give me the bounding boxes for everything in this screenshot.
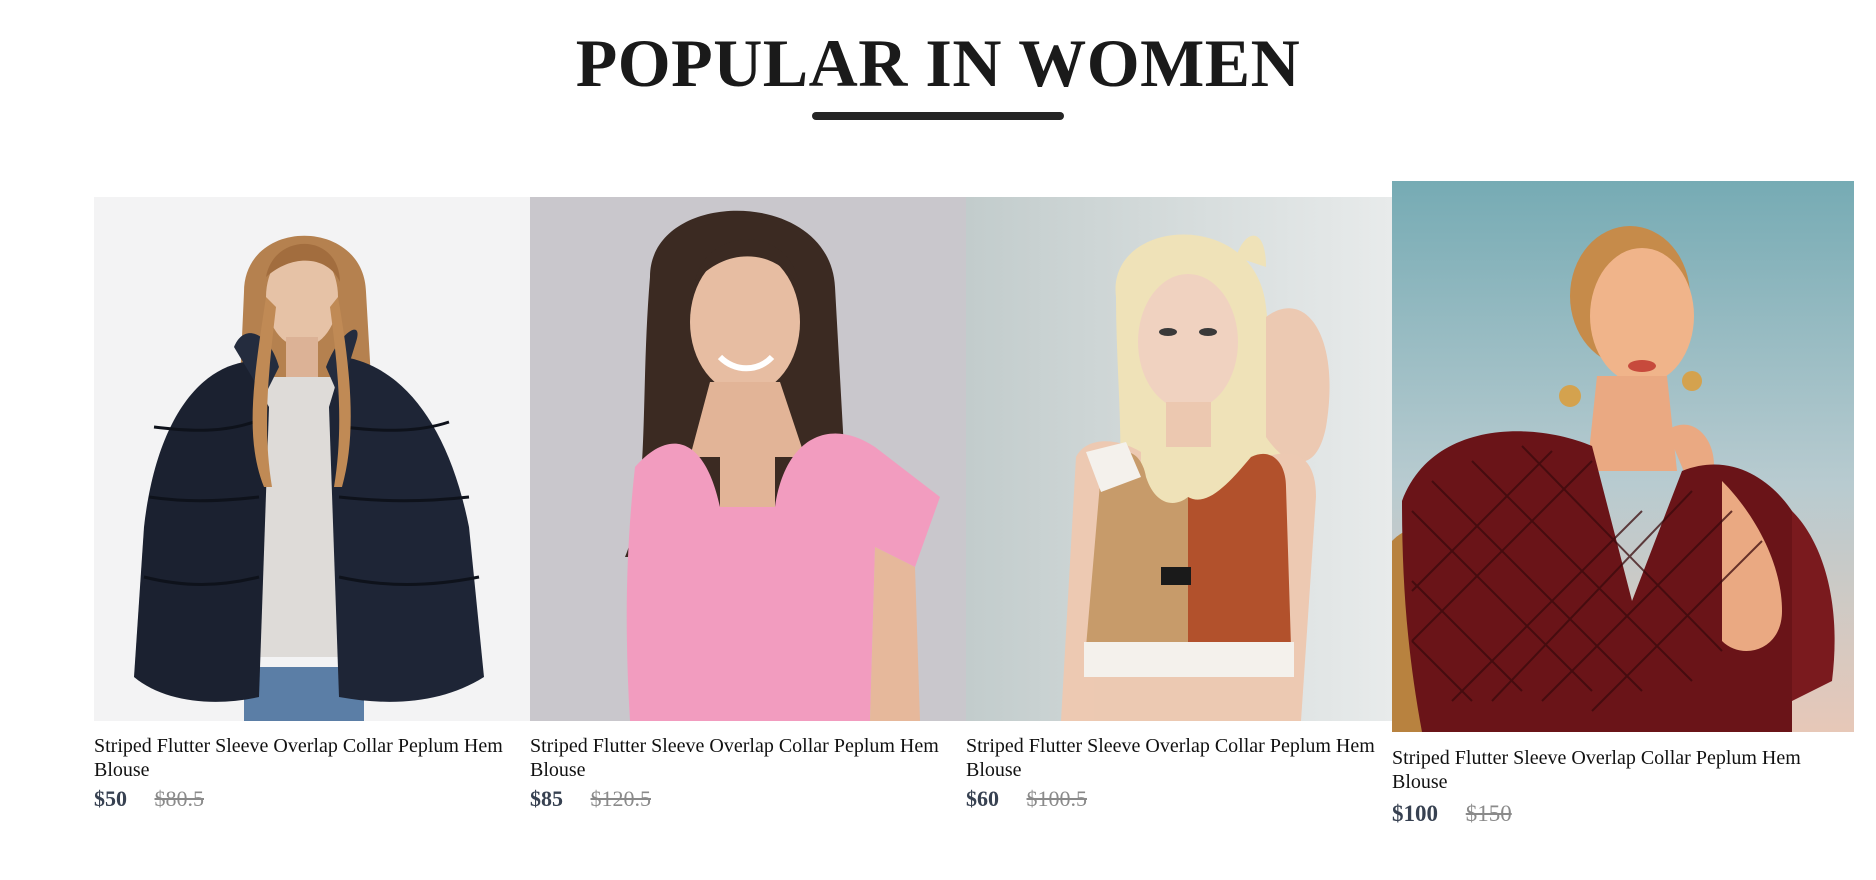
product-name[interactable]: Striped Flutter Sleeve Overlap Collar Pe… [94, 734, 514, 782]
new-price: $50 [94, 786, 127, 811]
popular-section: POPULAR IN WOMEN Striped Flutter Sleeve … [0, 0, 1876, 880]
product-image[interactable] [966, 197, 1392, 721]
old-price: $80.5 [154, 786, 205, 811]
product-name[interactable]: Striped Flutter Sleeve Overlap Collar Pe… [1392, 746, 1832, 794]
product-image[interactable] [530, 197, 966, 721]
old-price: $100.5 [1026, 786, 1088, 811]
new-price: $100 [1392, 801, 1438, 826]
product-prices: $50 $80.5 [94, 786, 204, 812]
product-name[interactable]: Striped Flutter Sleeve Overlap Collar Pe… [966, 734, 1386, 782]
product-prices: $60 $100.5 [966, 786, 1087, 812]
product-name[interactable]: Striped Flutter Sleeve Overlap Collar Pe… [530, 734, 950, 782]
section-title: POPULAR IN WOMEN [575, 25, 1301, 101]
product-image[interactable] [1392, 181, 1854, 732]
old-price: $120.5 [590, 786, 652, 811]
title-underline [812, 112, 1064, 120]
product-prices: $85 $120.5 [530, 786, 651, 812]
new-price: $60 [966, 786, 999, 811]
product-image[interactable] [94, 197, 530, 721]
product-prices: $100 $150 [1392, 801, 1512, 827]
new-price: $85 [530, 786, 563, 811]
old-price: $150 [1465, 801, 1512, 826]
